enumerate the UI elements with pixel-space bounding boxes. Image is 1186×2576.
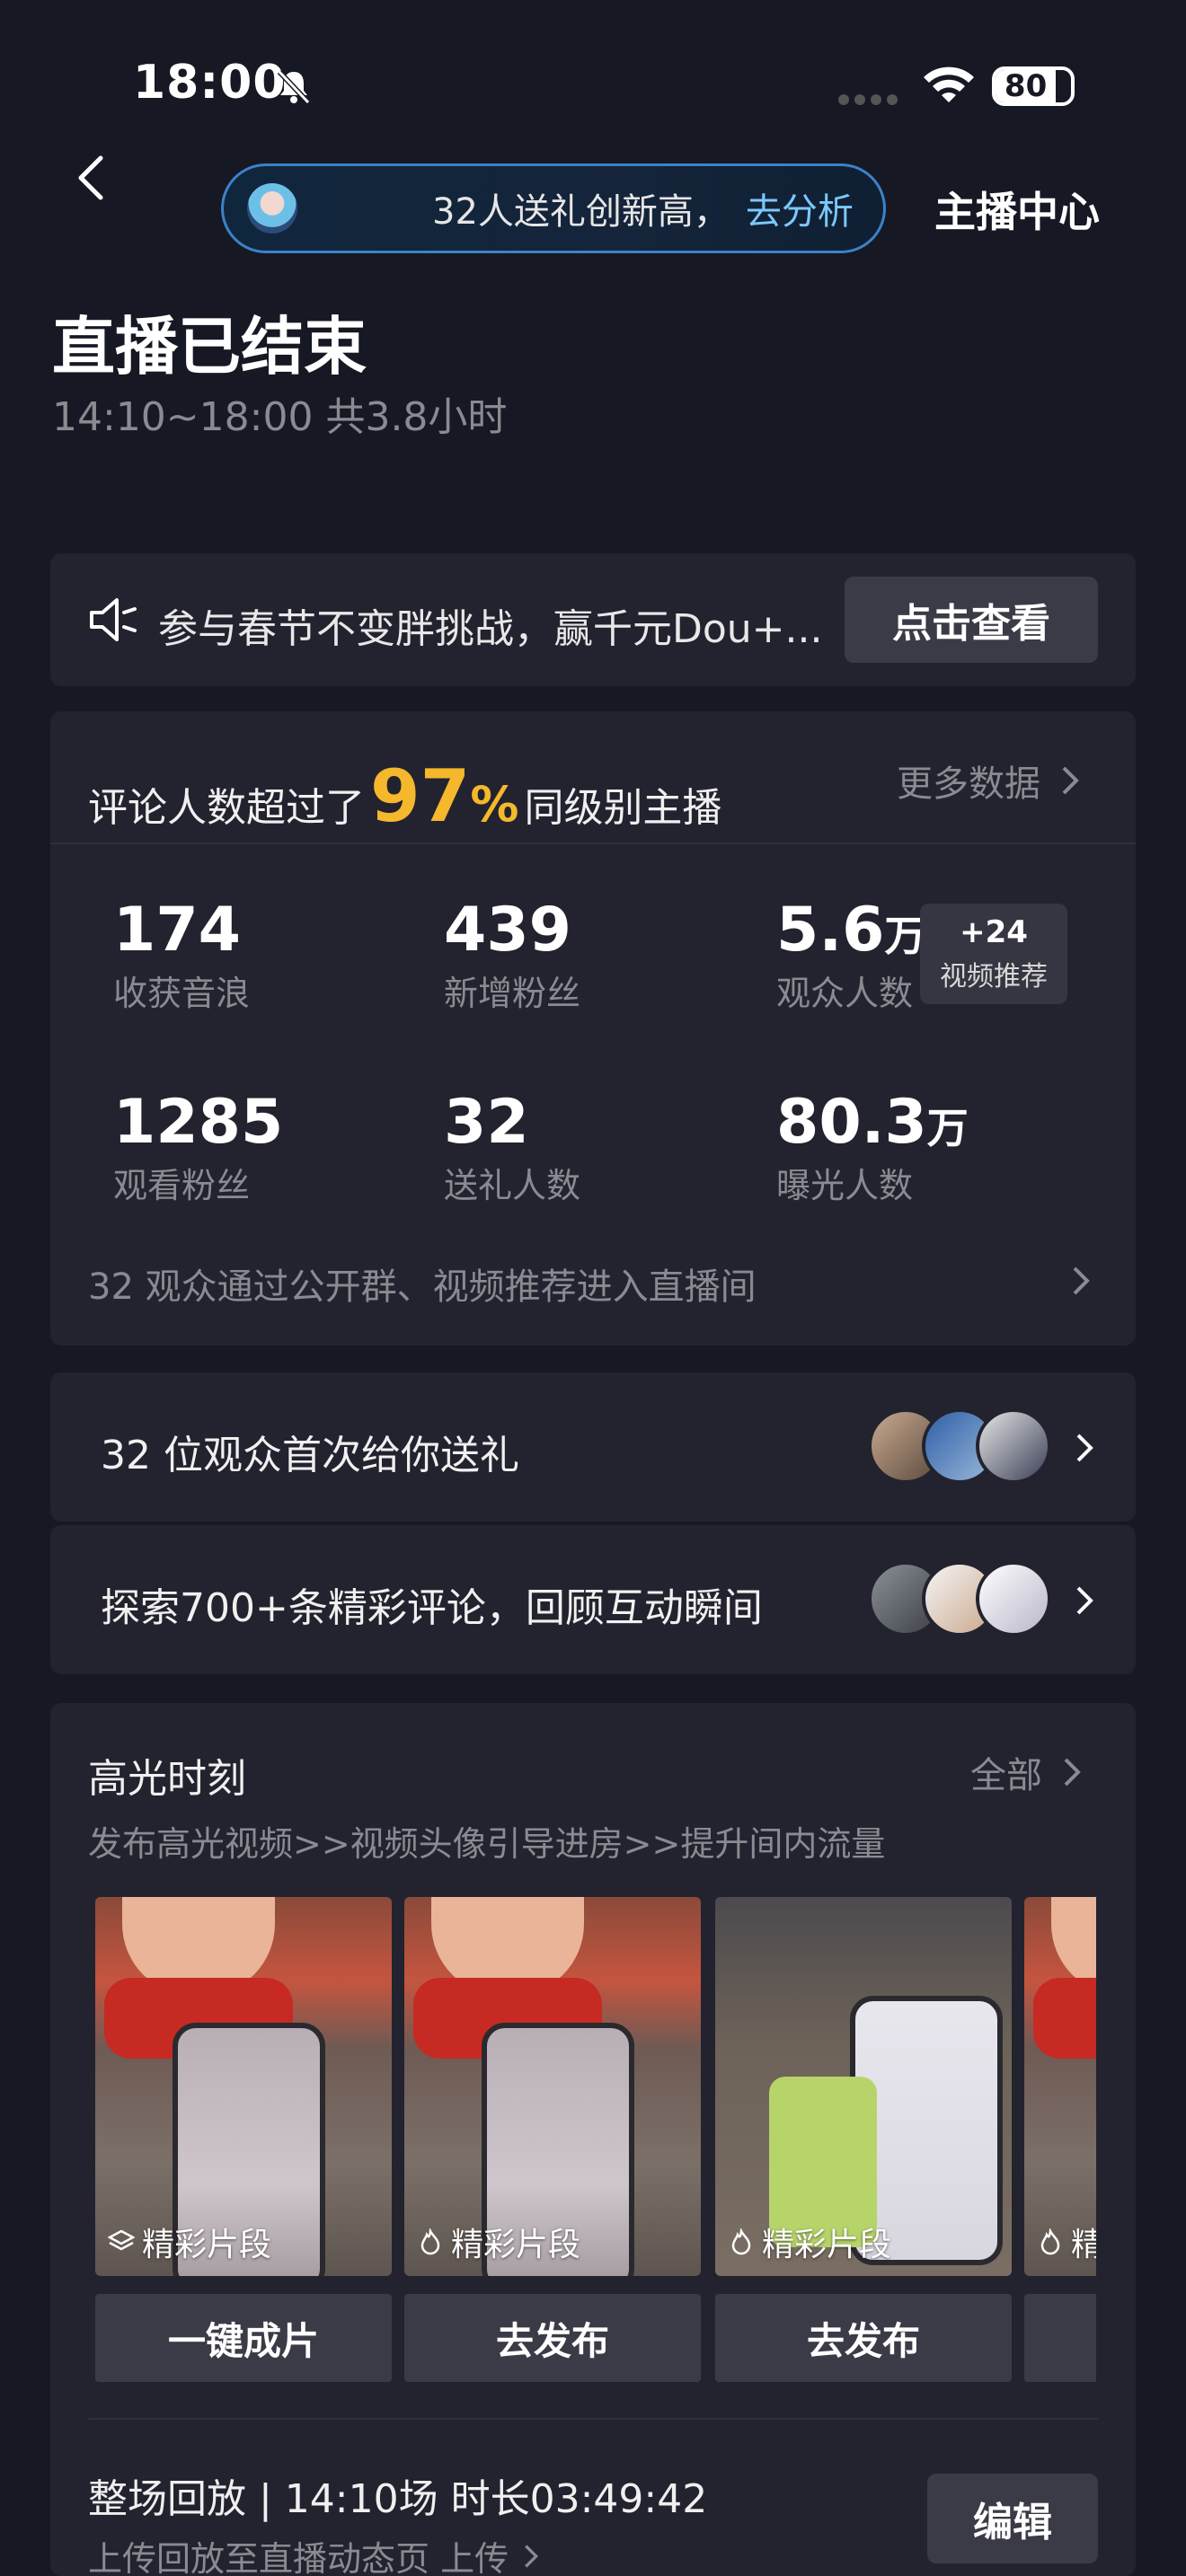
clip-tag: 精彩片段 [417,2219,580,2265]
replay-upload-link[interactable]: 上传回放至直播动态页 上传 [88,2531,539,2576]
stat-watching-fans[interactable]: 1285 观看粉丝 [113,1087,283,1207]
edit-button[interactable]: 编辑 [927,2474,1098,2563]
recommend-count: +24 [960,914,1028,950]
wifi-icon [924,66,974,102]
speaker-icon [90,598,137,641]
signal-dots-icon [838,94,898,105]
one-click-create-button[interactable]: 一键成片 [95,2294,392,2382]
clip-tag: 精彩片段 [728,2219,891,2265]
flame-icon [1040,2228,1060,2255]
divider [50,842,1136,844]
comments-text: 探索700+条精彩评论，回顾互动瞬间 [101,1585,763,1631]
highlight-clip-thumbnail[interactable]: 精彩片段 [715,1897,1012,2276]
video-recommend-badge: +24 视频推荐 [920,904,1067,1004]
highlight-clip-thumbnail[interactable]: 精彩片段 [95,1897,392,2276]
ranking-suffix: 同级别主播 [524,785,722,831]
flame-icon [731,2228,751,2255]
chevron-right-icon [525,2544,539,2568]
clip-tag: 精 [1037,2219,1096,2265]
highlights-subtitle: 发布高光视频>>视频头像引导进房>>提升间内流量 [88,1824,886,1864]
avatar [976,1408,1051,1484]
stat-viewers[interactable]: 5.6万 观众人数 [776,895,925,1015]
layers-icon [108,2229,135,2251]
replay-title: 整场回放 | 14:10场 时长03:49:42 [88,2476,708,2522]
avatar [976,1561,1051,1636]
publish-button[interactable]: 去发布 [404,2294,701,2382]
highlight-clip-thumbnail[interactable]: 精 [1024,1897,1096,2276]
highlight-clip-thumbnail[interactable]: 精彩片段 [404,1897,701,2276]
bell-muted-icon [277,69,311,105]
publish-button[interactable]: 去发布 [715,2294,1012,2382]
analyze-link[interactable]: 去分析 [746,182,854,234]
first-gift-text: 32 位观众首次给你送礼 [101,1433,519,1478]
back-arrow-icon[interactable] [72,153,108,203]
ranking-summary: 评论人数超过了 97% 同级别主播 [88,754,721,838]
stat-gifters[interactable]: 32 送礼人数 [444,1087,580,1207]
anchor-center-link[interactable]: 主播中心 [934,180,1100,239]
live-duration: 14:10~18:00 共3.8小时 [52,394,508,440]
clip-tag: 精彩片段 [108,2219,271,2265]
battery-indicator: 80 [992,66,1075,106]
stat-impressions[interactable]: 80.3万 曝光人数 [776,1087,969,1207]
chevron-right-icon [1076,1434,1093,1462]
avatar [247,183,297,234]
highlight-clips-strip[interactable]: 精彩片段 精彩片段 精彩片段 精 一键成片 去发布 去发布 [95,1897,1096,2400]
battery-level: 80 [996,70,1057,102]
notice-text: 参与春节不变胖挑战，赢千元Dou+... [158,606,823,652]
entry-source-info[interactable]: 32 观众通过公开群、视频推荐进入直播间 [88,1257,757,1310]
clip-action-button[interactable] [1024,2294,1096,2382]
gift-insight-banner[interactable]: 32人送礼创新高， 去分析 [221,163,886,253]
highlights-all-link[interactable]: 全部 [970,1746,1082,1798]
stat-sound-waves[interactable]: 174 收获音浪 [113,895,250,1015]
chevron-right-icon [1064,1758,1081,1786]
ranking-percent: 97% [370,754,519,838]
recommend-label: 视频推荐 [940,961,1048,992]
chevron-right-icon [1073,1266,1090,1295]
view-notice-button[interactable]: 点击查看 [845,577,1098,663]
status-time: 18:00 [133,56,287,110]
ranking-prefix: 评论人数超过了 [88,785,365,831]
banner-message: 32人送礼创新高， [432,191,730,233]
page-title: 直播已结束 [52,310,367,384]
highlights-title: 高光时刻 [88,1756,246,1802]
flame-icon [420,2228,440,2255]
more-data-link[interactable]: 更多数据 [897,754,1080,807]
chevron-right-icon [1076,1586,1093,1615]
chevron-right-icon [1062,766,1079,795]
divider [88,2418,1098,2420]
stat-new-fans[interactable]: 439 新增粉丝 [444,895,580,1015]
